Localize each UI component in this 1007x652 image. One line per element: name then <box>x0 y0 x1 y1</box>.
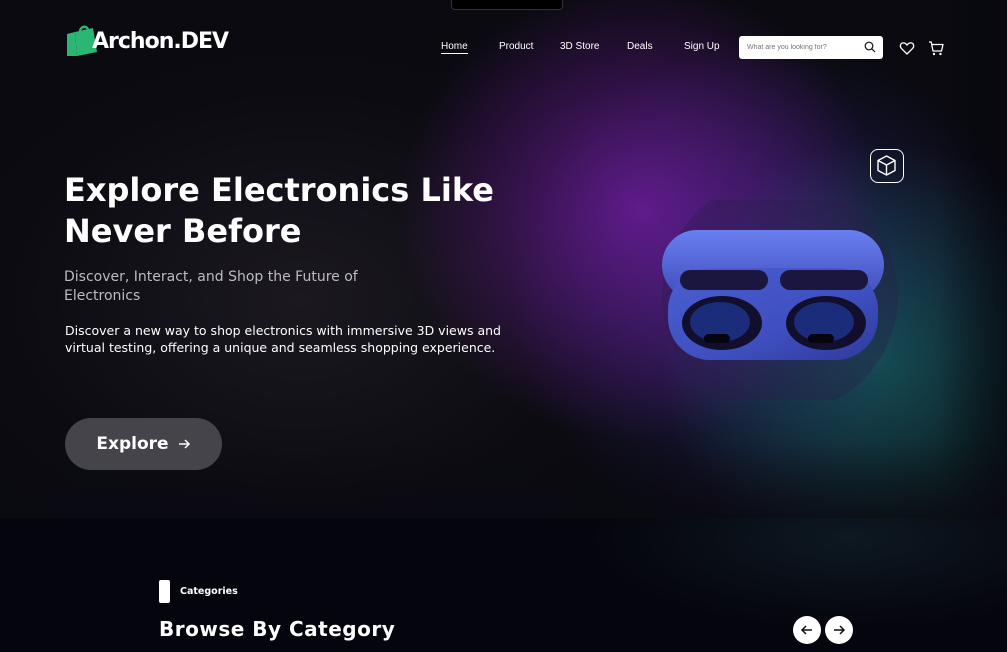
explore-button-label: Explore <box>96 434 169 454</box>
nav-deals[interactable]: Deals <box>627 41 653 52</box>
explore-button[interactable]: Explore <box>65 418 222 470</box>
hero-subtitle: Discover, Interact, and Shop the Future … <box>64 269 358 304</box>
earbuds-case-image <box>662 200 898 400</box>
device-notch <box>451 0 563 10</box>
search-input[interactable] <box>747 40 857 55</box>
hero-section: Archon.DEV Home Product 3D Store Deals S… <box>0 0 1007 518</box>
section-glow <box>500 518 1007 652</box>
categories-section: Categories Browse By Category <box>0 518 1007 652</box>
arrow-left-icon <box>800 625 812 635</box>
previous-button[interactable] <box>793 616 821 644</box>
arrow-right-icon <box>178 439 190 449</box>
next-button[interactable] <box>825 616 853 644</box>
3d-view-button[interactable] <box>870 149 904 183</box>
search-bar <box>739 36 883 59</box>
nav-product[interactable]: Product <box>499 41 533 52</box>
brand-logo[interactable]: Archon.DEV <box>65 22 230 60</box>
section-heading: Browse By Category <box>159 617 396 641</box>
arrow-right-icon <box>834 625 846 635</box>
section-eyebrow: Categories <box>180 586 238 597</box>
heart-icon[interactable] <box>899 40 915 56</box>
3d-cube-icon <box>877 155 896 176</box>
search-icon[interactable] <box>864 41 876 53</box>
cart-icon[interactable] <box>928 40 944 56</box>
hero-title: Explore Electronics Like Never Before <box>64 171 494 250</box>
brand-name: Archon.DEV <box>92 28 229 54</box>
section-marker <box>159 580 170 603</box>
nav-sign-up[interactable]: Sign Up <box>684 41 720 52</box>
nav-3d-store[interactable]: 3D Store <box>560 41 599 52</box>
nav-home[interactable]: Home <box>441 41 468 54</box>
hero-description: Discover a new way to shop electronics w… <box>65 323 501 355</box>
